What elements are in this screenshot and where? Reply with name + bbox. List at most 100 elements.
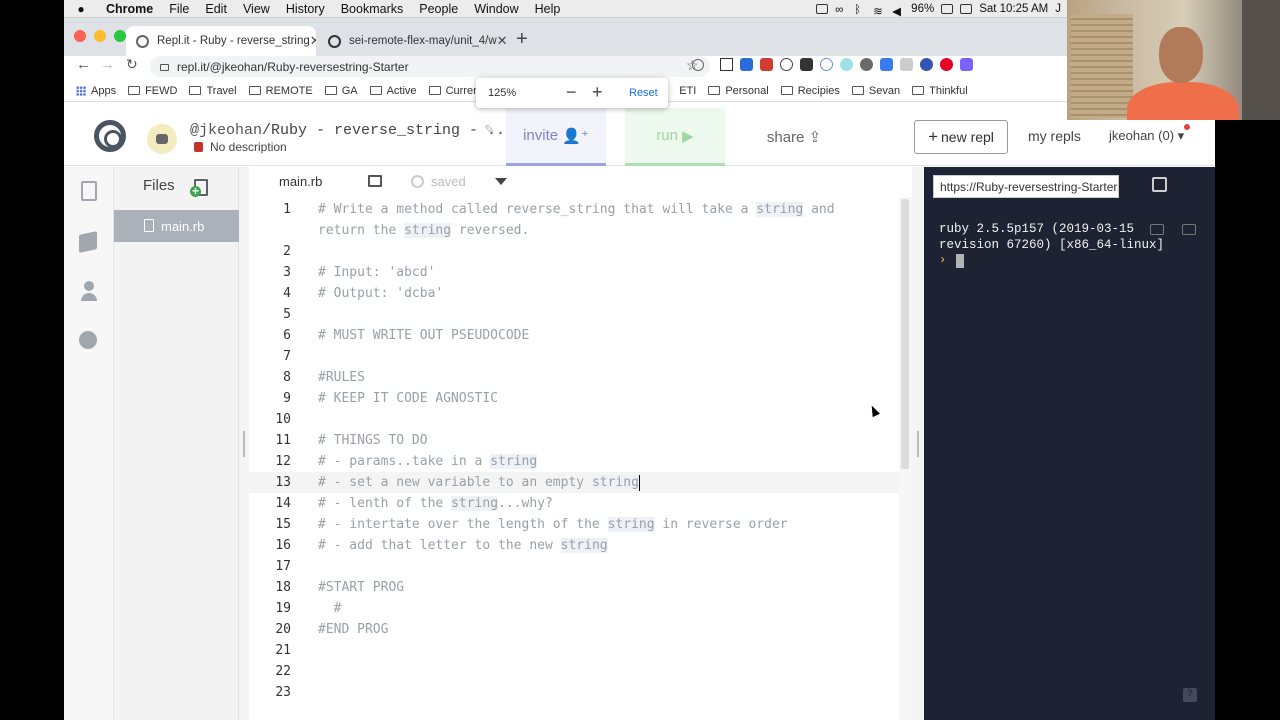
minimize-window-button[interactable] — [94, 30, 106, 42]
editor-scroll-thumb[interactable] — [901, 199, 909, 469]
bug-extension-icon[interactable] — [860, 58, 873, 71]
editor-scrollbar[interactable] — [899, 197, 912, 720]
zoom-window-button[interactable] — [114, 30, 126, 42]
bookmark-active[interactable]: Active — [369, 85, 417, 97]
apple-icon[interactable]: ● — [64, 2, 98, 16]
code-line[interactable]: 14 # - lenth of the string...why? — [249, 493, 899, 514]
code-text[interactable]: # - set a new variable to an empty strin… — [318, 472, 641, 493]
battery-icon[interactable] — [941, 4, 954, 14]
code-line[interactable]: 13 # - set a new variable to an empty str… — [249, 472, 899, 493]
hash-extension-icon[interactable] — [900, 58, 913, 71]
code-text[interactable]: # - intertate over the length of the str… — [318, 514, 788, 535]
code-text[interactable]: # Output: 'dcba' — [318, 283, 443, 304]
bookmark-remote[interactable]: REMOTE — [248, 85, 313, 97]
menu-window[interactable]: Window — [466, 2, 526, 16]
new-repl-button[interactable]: + new repl — [914, 120, 1008, 154]
code-text[interactable]: return the string reversed. — [318, 220, 529, 241]
circle-extension-icon[interactable] — [780, 58, 793, 71]
code-line[interactable]: 3 # Input: 'abcd' — [249, 262, 899, 283]
tab-github[interactable]: sei-remote-flex-may/unit_4/w ✕ — [318, 26, 508, 56]
cloud-extension-icon[interactable] — [820, 58, 833, 71]
new-tab-icon[interactable]: + — [516, 28, 528, 51]
user-menu[interactable]: jkeohan (0) ▾ — [1109, 124, 1191, 144]
code-line[interactable]: 10 — [249, 409, 899, 430]
code-text[interactable]: #START PROG — [318, 577, 404, 598]
css-extension-icon[interactable] — [760, 58, 773, 71]
code-line[interactable]: 15 # - intertate over the length of the s… — [249, 514, 899, 535]
volume-icon[interactable]: ◀ — [892, 4, 904, 18]
code-editor[interactable]: 1 # Write a method called reverse_string … — [249, 197, 899, 720]
address-bar[interactable]: repl.it/@jkeohan/Ruby-reversestring-Star… — [150, 56, 710, 77]
snowflake-extension-icon[interactable] — [840, 58, 853, 71]
menu-edit[interactable]: Edit — [197, 2, 235, 16]
code-text[interactable]: # - add that letter to the new string — [318, 535, 608, 556]
code-text[interactable]: # Input: 'abcd' — [318, 262, 435, 283]
screen-record-icon[interactable] — [816, 4, 829, 14]
console-panel[interactable]: https://Ruby-reversestring-Starter. ruby… — [924, 167, 1215, 720]
code-line[interactable]: 9 # KEEP IT CODE AGNOSTIC — [249, 388, 899, 409]
file-item-main-rb[interactable]: main.rb — [114, 210, 239, 242]
repl-name[interactable]: /Ruby - reverse_string - ... — [262, 122, 514, 139]
repl-owner[interactable]: @jkeohan — [190, 122, 262, 139]
bookmark-fewd[interactable]: FEWD — [128, 85, 177, 97]
blue-extension-icon[interactable] — [920, 58, 933, 71]
code-line[interactable]: 8 #RULES — [249, 367, 899, 388]
edit-pencil-icon[interactable]: ✎ — [484, 122, 495, 138]
editor-options-chevron-icon[interactable] — [495, 178, 507, 185]
zoom-reset-button[interactable]: Reset — [629, 87, 658, 99]
menu-app-chrome[interactable]: Chrome — [98, 2, 161, 16]
bookmark-sevan[interactable]: Sevan — [851, 85, 900, 97]
webview-url[interactable]: https://Ruby-reversestring-Starter. — [933, 175, 1119, 198]
open-external-icon[interactable] — [1152, 177, 1167, 192]
code-line[interactable]: 11 # THINGS TO DO — [249, 430, 899, 451]
code-line[interactable]: return the string reversed. — [249, 220, 899, 241]
code-line[interactable]: 12 # - params..take in a string — [249, 451, 899, 472]
repl-description[interactable]: No description — [194, 140, 287, 154]
my-repls-link[interactable]: my repls — [1028, 128, 1081, 144]
forward-arrow-icon[interactable]: → — [100, 56, 115, 73]
bluetooth-icon[interactable]: ᛒ — [854, 4, 866, 16]
code-line[interactable]: 7 — [249, 346, 899, 367]
hat-extension-icon[interactable] — [800, 58, 813, 71]
code-text[interactable]: #END PROG — [318, 619, 388, 640]
tab-replit[interactable]: Repl.it - Ruby - reverse_string ✕ — [126, 26, 316, 56]
replit-logo-icon[interactable] — [94, 120, 126, 152]
menu-file[interactable]: File — [161, 2, 197, 16]
code-line[interactable]: 2 — [249, 241, 899, 262]
bookmark-ga[interactable]: GA — [324, 85, 358, 97]
code-line[interactable]: 23 — [249, 682, 899, 703]
console-resizer[interactable] — [912, 167, 924, 720]
battery-percent[interactable]: 96% — [911, 3, 934, 15]
code-text[interactable]: # MUST WRITE OUT PSEUDOCODE — [318, 325, 529, 346]
add-file-icon[interactable] — [190, 179, 208, 197]
code-line[interactable]: 4 # Output: 'dcba' — [249, 283, 899, 304]
address-url[interactable]: repl.it/@jkeohan/Ruby-reversestring-Star… — [177, 60, 409, 74]
code-line[interactable]: 20 #END PROG — [249, 619, 899, 640]
bookmark-personal[interactable]: Personal — [708, 85, 769, 97]
wifi-icon[interactable]: ≋ — [873, 4, 885, 18]
menu-bookmarks[interactable]: Bookmarks — [333, 2, 412, 16]
share-button[interactable]: share ⇪ — [744, 108, 844, 166]
packages-icon[interactable] — [79, 231, 97, 253]
code-line[interactable]: 22 — [249, 661, 899, 682]
calendar-icon[interactable] — [960, 4, 973, 14]
user-initial[interactable]: J — [1055, 3, 1061, 15]
code-line[interactable]: 21 — [249, 640, 899, 661]
code-text[interactable]: # KEEP IT CODE AGNOSTIC — [318, 388, 498, 409]
pen-extension-icon[interactable] — [740, 58, 753, 71]
zoom-out-button[interactable]: − — [566, 82, 577, 103]
zoom-in-button[interactable]: + — [592, 82, 603, 103]
bookmark-thinkful[interactable]: Thinkful — [912, 85, 968, 97]
menu-history[interactable]: History — [278, 2, 333, 16]
clock[interactable]: Sat 10:25 AM — [979, 3, 1048, 15]
run-button[interactable]: run ▶ — [625, 108, 725, 166]
code-line[interactable]: 6 # MUST WRITE OUT PSEUDOCODE — [249, 325, 899, 346]
code-line[interactable]: 16 # - add that letter to the new string — [249, 535, 899, 556]
code-line[interactable]: 19 # — [249, 598, 899, 619]
code-text[interactable]: #RULES — [318, 367, 365, 388]
glasses-icon[interactable]: ∞ — [835, 4, 847, 16]
format-icon[interactable] — [368, 175, 382, 187]
bookmark-travel[interactable]: Travel — [189, 85, 237, 97]
code-line[interactable]: 5 — [249, 304, 899, 325]
code-line[interactable]: 18 #START PROG — [249, 577, 899, 598]
